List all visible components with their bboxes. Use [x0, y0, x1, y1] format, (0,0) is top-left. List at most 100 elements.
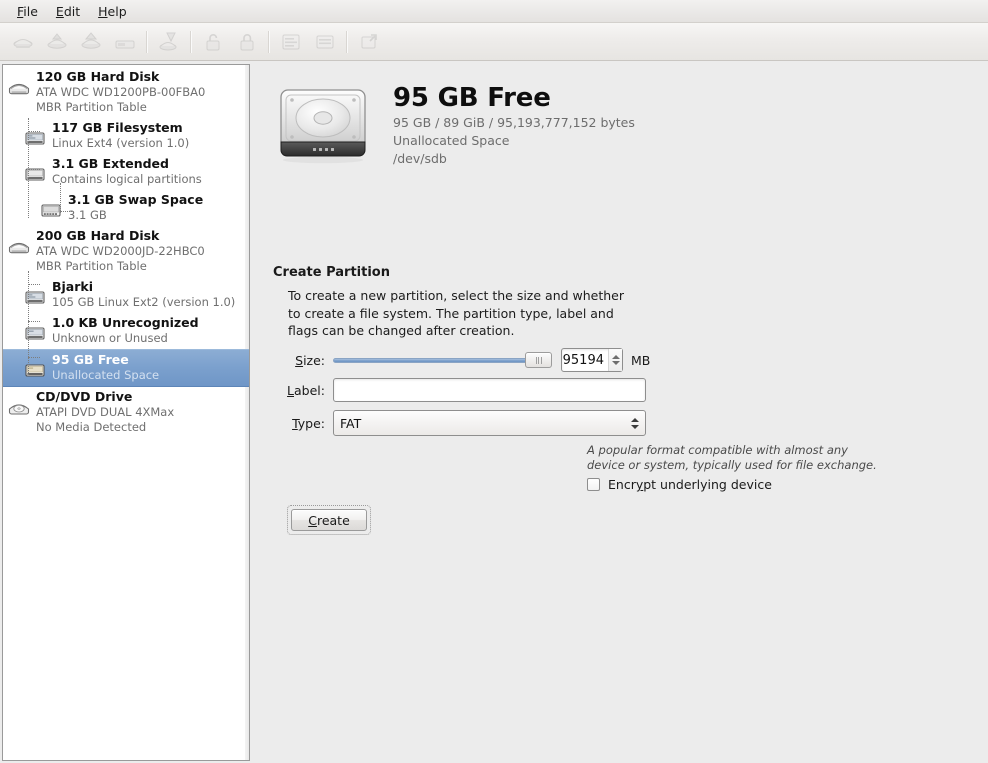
device-tree-item-title: 200 GB Hard Disk	[36, 228, 249, 244]
size-value[interactable]: 95194	[562, 349, 608, 371]
label-input[interactable]	[333, 378, 646, 402]
create-partition-description: To create a new partition, select the si…	[288, 287, 628, 340]
unmount-volume-button[interactable]	[40, 27, 74, 57]
device-tree-item[interactable]: CD/DVD DriveATAPI DVD DUAL 4XMaxNo Media…	[3, 387, 249, 438]
device-tree-item[interactable]: 3.1 GB Swap Space3.1 GB	[3, 190, 249, 226]
lock-volume-button[interactable]	[230, 27, 264, 57]
label-input-field[interactable]	[339, 382, 640, 399]
device-tree-item[interactable]: 95 GB FreeUnallocated Space	[3, 349, 249, 387]
detach-device-icon	[113, 30, 137, 54]
partition-free-icon	[23, 358, 47, 382]
main-panel: 95 GB Free 95 GB / 89 GiB / 95,193,777,1…	[251, 62, 988, 763]
benchmark-button[interactable]	[352, 27, 386, 57]
device-tree-item-title: 1.0 KB Unrecognized	[52, 315, 249, 331]
device-tree-item-title: 120 GB Hard Disk	[36, 69, 249, 85]
size-spinbox[interactable]: 95194	[561, 348, 623, 372]
device-tree-item[interactable]: 117 GB FilesystemLinux Ext4 (version 1.0…	[3, 118, 249, 154]
benchmark-icon	[357, 30, 381, 54]
eject-media-button[interactable]	[74, 27, 108, 57]
edit-partition-button[interactable]	[308, 27, 342, 57]
slider-grip-icon	[536, 357, 542, 364]
device-tree-item-subtitle: ATA WDC WD2000JD-22HBC0	[36, 244, 249, 259]
volume-usage: Unallocated Space	[393, 132, 635, 150]
tree-guide-line	[28, 169, 40, 170]
device-tree-panel[interactable]: 120 GB Hard DiskATA WDC WD1200PB-00FBA0M…	[2, 64, 250, 761]
tree-guide-line	[28, 131, 40, 132]
device-tree-item-title: 3.1 GB Extended	[52, 156, 249, 172]
size-label: Size:	[273, 353, 325, 368]
device-tree-item[interactable]: 200 GB Hard DiskATA WDC WD2000JD-22HBC0M…	[3, 226, 249, 277]
device-tree-item-title: Bjarki	[52, 279, 249, 295]
size-slider-handle[interactable]	[525, 352, 552, 368]
encrypt-row[interactable]: Encrypt underlying device	[587, 477, 772, 492]
device-tree-item-subtitle: 3.1 GB	[68, 208, 249, 223]
partition-extended-icon	[23, 162, 47, 186]
device-tree-item[interactable]: 3.1 GB ExtendedContains logical partitio…	[3, 154, 249, 190]
device-tree[interactable]: 120 GB Hard DiskATA WDC WD1200PB-00FBA0M…	[3, 65, 249, 438]
tree-guide-line	[60, 183, 61, 213]
device-tree-item-subtitle: Contains logical partitions	[52, 172, 249, 187]
device-tree-item[interactable]: 120 GB Hard DiskATA WDC WD1200PB-00FBA0M…	[3, 67, 249, 118]
type-field-label: Type:	[273, 416, 325, 431]
menu-help[interactable]: Help	[89, 2, 136, 21]
size-row: Size: 95194 MB	[273, 348, 650, 372]
create-partition-heading: Create Partition	[273, 265, 390, 280]
device-tree-item-text: 117 GB FilesystemLinux Ext4 (version 1.0…	[47, 120, 249, 151]
mount-volume-icon	[11, 30, 35, 54]
device-tree-item[interactable]: Bjarki105 GB Linux Ext2 (version 1.0)	[3, 277, 249, 313]
format-volume-button[interactable]	[274, 27, 308, 57]
type-selected-value: FAT	[340, 416, 631, 431]
device-tree-item[interactable]: 1.0 KB UnrecognizedUnknown or Unused	[3, 313, 249, 349]
tree-guide-line	[28, 357, 40, 358]
device-tree-item-detail: MBR Partition Table	[36, 100, 249, 115]
toolbar-separator-2	[190, 31, 192, 53]
create-button-focus-ring: Create	[287, 505, 371, 535]
type-select[interactable]: FAT	[333, 410, 646, 436]
device-tree-item-text: 95 GB FreeUnallocated Space	[47, 352, 249, 383]
cd-dvd-drive-icon	[7, 395, 31, 419]
hard-disk-icon	[7, 234, 31, 258]
hard-disk-large-icon	[273, 80, 373, 168]
chevron-down-icon[interactable]	[612, 361, 620, 365]
device-tree-item-title: 95 GB Free	[52, 352, 249, 368]
format-volume-icon	[279, 30, 303, 54]
size-spinbox-buttons[interactable]	[608, 349, 622, 371]
device-tree-item-title: 117 GB Filesystem	[52, 120, 249, 136]
encrypt-checkbox[interactable]	[587, 478, 600, 491]
device-tree-item-title: CD/DVD Drive	[36, 389, 249, 405]
tree-guide-line	[28, 271, 29, 375]
toolbar-separator-3	[268, 31, 270, 53]
toolbar-separator-4	[346, 31, 348, 53]
device-tree-item-text: CD/DVD DriveATAPI DVD DUAL 4XMaxNo Media…	[31, 389, 249, 435]
device-tree-item-subtitle: Unknown or Unused	[52, 331, 249, 346]
page-title: 95 GB Free	[393, 82, 635, 114]
tree-guide-line	[28, 321, 40, 322]
create-button[interactable]: Create	[291, 509, 367, 531]
hard-disk-icon	[7, 75, 31, 99]
size-slider-track[interactable]	[333, 358, 552, 363]
chevron-up-icon[interactable]	[612, 355, 620, 359]
toolbar-separator-1	[146, 31, 148, 53]
device-tree-item-text: Bjarki105 GB Linux Ext2 (version 1.0)	[47, 279, 249, 310]
device-tree-item-title: 3.1 GB Swap Space	[68, 192, 249, 208]
menu-edit[interactable]: Edit	[47, 2, 89, 21]
device-tree-item-detail: MBR Partition Table	[36, 259, 249, 274]
detach-device-button[interactable]	[108, 27, 142, 57]
volume-header: 95 GB Free 95 GB / 89 GiB / 95,193,777,1…	[273, 80, 635, 168]
unlock-volume-button[interactable]	[196, 27, 230, 57]
menu-file[interactable]: File	[8, 2, 47, 21]
partition-unrecognized-icon	[23, 321, 47, 345]
device-tree-item-text: 120 GB Hard DiskATA WDC WD1200PB-00FBA0M…	[31, 69, 249, 115]
device-tree-item-subtitle: Unallocated Space	[52, 368, 249, 383]
device-tree-item-subtitle: Linux Ext4 (version 1.0)	[52, 136, 249, 151]
volume-device-path: /dev/sdb	[393, 150, 635, 168]
partition-filesystem-icon	[23, 285, 47, 309]
lock-volume-icon	[235, 30, 259, 54]
disk-utility-window: File Edit Help	[0, 0, 988, 763]
unlock-volume-icon	[201, 30, 225, 54]
tree-guide-line	[28, 284, 40, 285]
format-drive-button[interactable]	[152, 27, 186, 57]
mount-volume-button[interactable]	[6, 27, 40, 57]
size-slider[interactable]	[333, 351, 552, 369]
volume-capacity: 95 GB / 89 GiB / 95,193,777,152 bytes	[393, 114, 635, 132]
